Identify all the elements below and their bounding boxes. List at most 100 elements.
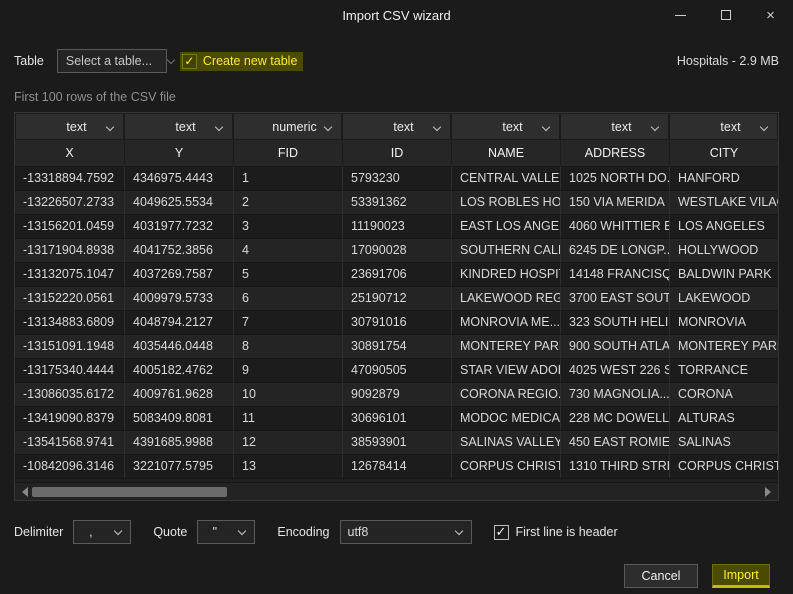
- horizontal-scrollbar[interactable]: [15, 482, 778, 500]
- column-header: Y: [124, 140, 233, 166]
- table-label: Table: [14, 54, 44, 68]
- table-cell: 450 EAST ROMIE...: [560, 430, 669, 454]
- table-cell: 6: [233, 286, 342, 310]
- create-new-table-checkbox[interactable]: ✓ Create new table: [180, 52, 304, 71]
- first-line-header-label: First line is header: [516, 525, 618, 539]
- table-cell: LAKEWOOD: [669, 286, 778, 310]
- first-line-header-checkbox[interactable]: ✓: [494, 525, 509, 540]
- table-cell: 4346975.4443: [124, 166, 233, 190]
- import-button[interactable]: Import: [712, 564, 770, 588]
- preview-caption: First 100 rows of the CSV file: [14, 90, 779, 104]
- delimiter-value: ,: [74, 525, 115, 539]
- table-cell: 4049625.5534: [124, 190, 233, 214]
- table-cell: 53391362: [342, 190, 451, 214]
- table-cell: -13318894.7592: [15, 166, 124, 190]
- table-row: -13086035.61724009761.9628109092879CORON…: [15, 382, 778, 406]
- encoding-select[interactable]: utf8: [340, 520, 472, 544]
- table-cell: BALDWIN PARK: [669, 262, 778, 286]
- csv-preview-table: texttextnumerictexttexttexttext XYFIDIDN…: [14, 112, 779, 501]
- column-type-select[interactable]: text: [452, 114, 559, 139]
- table-cell: 17090028: [342, 238, 451, 262]
- table-cell: WESTLAKE VILAGE: [669, 190, 778, 214]
- table-cell: 30791016: [342, 310, 451, 334]
- table-cell: 3: [233, 214, 342, 238]
- table-select[interactable]: Select a table...: [57, 49, 167, 73]
- table-cell: 7: [233, 310, 342, 334]
- table-cell: 30891754: [342, 334, 451, 358]
- table-cell: 12678414: [342, 454, 451, 478]
- table-cell: 30696101: [342, 406, 451, 430]
- table-cell: 1310 THIRD STRE...: [560, 454, 669, 478]
- table-cell: 3700 EAST SOUT...: [560, 286, 669, 310]
- table-cell: SALINAS VALLEY...: [451, 430, 560, 454]
- table-cell: MONTEREY PARK...: [451, 334, 560, 358]
- table-cell: 2: [233, 190, 342, 214]
- scrollbar-thumb[interactable]: [32, 487, 227, 497]
- table-cell: LOS ROBLES HO...: [451, 190, 560, 214]
- table-cell: 5: [233, 262, 342, 286]
- table-row: -13151091.19484035446.0448830891754MONTE…: [15, 334, 778, 358]
- table-row: -13134883.68094048794.2127730791016MONRO…: [15, 310, 778, 334]
- table-cell: CORPUS CHRISTI...: [451, 454, 560, 478]
- chevron-down-icon: [114, 526, 122, 534]
- column-type-select[interactable]: text: [16, 114, 123, 139]
- table-row: -10842096.31463221077.57951312678414CORP…: [15, 454, 778, 478]
- table-cell: LAKEWOOD REG...: [451, 286, 560, 310]
- table-cell: 4009761.9628: [124, 382, 233, 406]
- chevron-down-icon: [167, 55, 175, 63]
- close-button[interactable]: ×: [748, 0, 793, 30]
- table-cell: 23691706: [342, 262, 451, 286]
- table-cell: -13156201.0459: [15, 214, 124, 238]
- chevron-down-icon: [760, 123, 768, 131]
- table-cell: 5083409.8081: [124, 406, 233, 430]
- column-type-select[interactable]: numeric: [234, 114, 341, 139]
- table-cell: 4: [233, 238, 342, 262]
- delimiter-select[interactable]: ,: [73, 520, 131, 544]
- table-cell: 1: [233, 166, 342, 190]
- table-cell: 11190023: [342, 214, 451, 238]
- column-type-select[interactable]: text: [125, 114, 232, 139]
- table-cell: HANFORD: [669, 166, 778, 190]
- table-cell: -13226507.2733: [15, 190, 124, 214]
- table-cell: CORONA REGIO...: [451, 382, 560, 406]
- column-header: CITY: [669, 140, 778, 166]
- table-cell: 4041752.3856: [124, 238, 233, 262]
- table-cell: -13132075.1047: [15, 262, 124, 286]
- table-cell: 4009979.5733: [124, 286, 233, 310]
- table-row: -13541568.97414391685.99881238593901SALI…: [15, 430, 778, 454]
- table-cell: 11: [233, 406, 342, 430]
- quote-select[interactable]: ": [197, 520, 255, 544]
- action-buttons: Cancel Import: [0, 564, 770, 588]
- scroll-left-icon[interactable]: [22, 487, 28, 497]
- table-cell: 4031977.7232: [124, 214, 233, 238]
- table-cell: MONTEREY PARK: [669, 334, 778, 358]
- table-cell: -13419090.8379: [15, 406, 124, 430]
- table-cell: 9092879: [342, 382, 451, 406]
- column-type-select[interactable]: text: [343, 114, 450, 139]
- maximize-button[interactable]: [703, 0, 748, 30]
- table-cell: CORPUS CHRISTI: [669, 454, 778, 478]
- encoding-label: Encoding: [277, 525, 329, 539]
- table-cell: -13171904.8938: [15, 238, 124, 262]
- table-cell: 47090505: [342, 358, 451, 382]
- table-cell: LOS ANGELES: [669, 214, 778, 238]
- file-info: Hospitals - 2.9 MB: [677, 54, 779, 68]
- table-cell: ALTURAS: [669, 406, 778, 430]
- table-row: -13175340.44444005182.4762947090505STAR …: [15, 358, 778, 382]
- table-row: -13318894.75924346975.444315793230CENTRA…: [15, 166, 778, 190]
- cancel-button[interactable]: Cancel: [624, 564, 698, 588]
- table-cell: 25190712: [342, 286, 451, 310]
- table-row: -13171904.89384041752.3856417090028SOUTH…: [15, 238, 778, 262]
- minimize-button[interactable]: [658, 0, 703, 30]
- table-cell: 4037269.7587: [124, 262, 233, 286]
- table-row: -13156201.04594031977.7232311190023EAST …: [15, 214, 778, 238]
- table-cell: 8: [233, 334, 342, 358]
- chevron-down-icon: [215, 123, 223, 131]
- table-cell: KINDRED HOSPIT...: [451, 262, 560, 286]
- column-type-select[interactable]: text: [561, 114, 668, 139]
- close-icon: ×: [766, 8, 775, 23]
- table-cell: SALINAS: [669, 430, 778, 454]
- scroll-right-icon[interactable]: [765, 487, 771, 497]
- column-type-select[interactable]: text: [670, 114, 777, 139]
- chevron-down-icon: [454, 526, 462, 534]
